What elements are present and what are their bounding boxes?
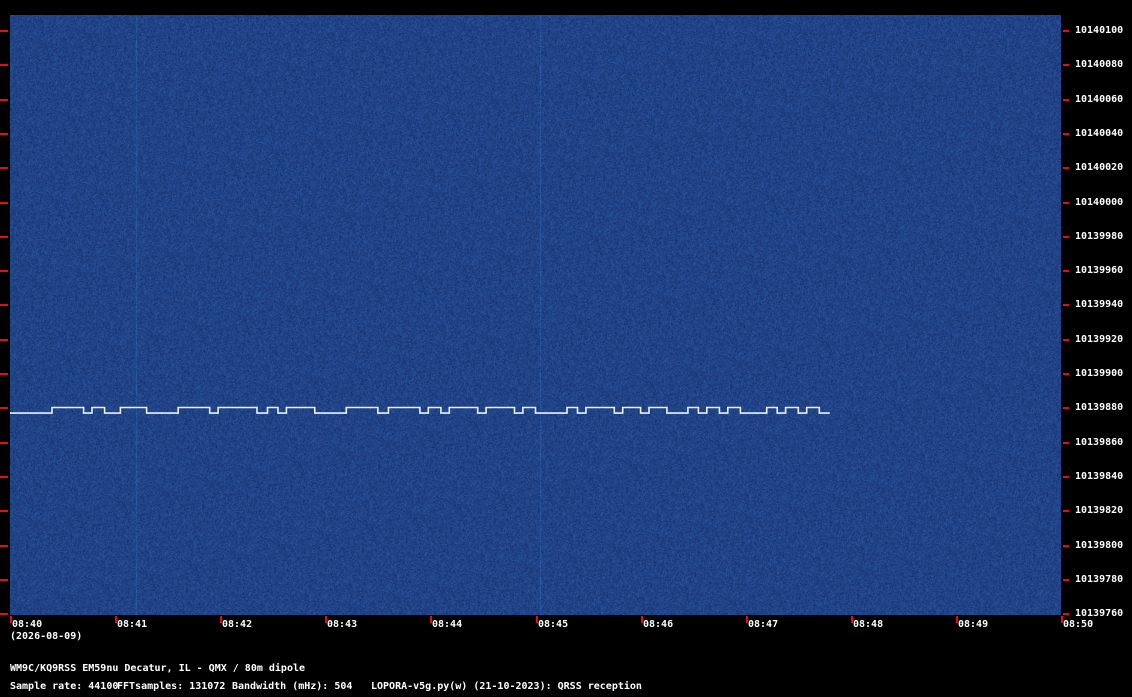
frequency-label: 10140000 bbox=[1075, 197, 1124, 208]
frequency-tick bbox=[1063, 339, 1069, 341]
frequency-tick-left bbox=[0, 407, 8, 409]
time-label: 08:43 bbox=[327, 619, 358, 630]
frequency-tick-left bbox=[0, 304, 8, 306]
time-label: 08:45 bbox=[538, 619, 569, 630]
frequency-tick bbox=[1063, 373, 1069, 375]
frequency-label: 10140040 bbox=[1075, 128, 1124, 139]
station-info: WM9C/KQ9RSS EM59nu Decatur, IL - QMX / 8… bbox=[10, 663, 306, 674]
frequency-tick bbox=[1063, 133, 1069, 135]
frequency-label: 10139860 bbox=[1075, 437, 1124, 448]
frequency-tick-left bbox=[0, 442, 8, 444]
date-label: (2026-08-09) bbox=[10, 631, 83, 642]
frequency-label: 10139920 bbox=[1075, 334, 1124, 345]
time-label: 08:50 bbox=[1063, 619, 1094, 630]
frequency-label: 10139880 bbox=[1075, 402, 1124, 413]
time-label: 08:41 bbox=[117, 619, 148, 630]
sample-rate: Sample rate: 44100 bbox=[10, 681, 119, 692]
frequency-label: 10139900 bbox=[1075, 368, 1124, 379]
software-info: LOPORA-v5g.py(w) (21-10-2023): QRSS rece… bbox=[371, 681, 642, 692]
frequency-tick bbox=[1063, 407, 1069, 409]
frequency-tick-left bbox=[0, 167, 8, 169]
frequency-tick bbox=[1063, 442, 1069, 444]
frequency-label: 10140080 bbox=[1075, 59, 1124, 70]
frequency-tick-left bbox=[0, 373, 8, 375]
frequency-label: 10139780 bbox=[1075, 574, 1124, 585]
frequency-label: 10139800 bbox=[1075, 540, 1124, 551]
signal-trace bbox=[10, 406, 830, 414]
time-label: 08:40 bbox=[12, 619, 43, 630]
frequency-tick bbox=[1063, 613, 1069, 615]
frequency-tick bbox=[1063, 304, 1069, 306]
frequency-tick-left bbox=[0, 339, 8, 341]
frequency-label: 10140100 bbox=[1075, 25, 1124, 36]
frequency-tick-left bbox=[0, 579, 8, 581]
frequency-tick-left bbox=[0, 476, 8, 478]
frequency-tick-left bbox=[0, 270, 8, 272]
frequency-tick bbox=[1063, 270, 1069, 272]
frequency-tick bbox=[1063, 510, 1069, 512]
fft-samples: FFTsamples: 131072 bbox=[117, 681, 226, 692]
frequency-label: 10139960 bbox=[1075, 265, 1124, 276]
frequency-tick bbox=[1063, 579, 1069, 581]
frequency-tick-left bbox=[0, 30, 8, 32]
frequency-tick bbox=[1063, 545, 1069, 547]
frequency-tick-left bbox=[0, 510, 8, 512]
frequency-label: 10139940 bbox=[1075, 299, 1124, 310]
frequency-tick-left bbox=[0, 202, 8, 204]
time-label: 08:48 bbox=[853, 619, 884, 630]
bandwidth: Bandwidth (mHz): 504 bbox=[232, 681, 353, 692]
time-label: 08:46 bbox=[643, 619, 674, 630]
qrss-signal-line bbox=[10, 406, 830, 414]
frequency-tick bbox=[1063, 99, 1069, 101]
frequency-label: 10140060 bbox=[1075, 94, 1124, 105]
frequency-tick bbox=[1063, 167, 1069, 169]
frequency-tick bbox=[1063, 202, 1069, 204]
frequency-tick bbox=[1063, 236, 1069, 238]
frequency-tick bbox=[1063, 30, 1069, 32]
frequency-tick bbox=[1063, 64, 1069, 66]
frequency-tick-left bbox=[0, 613, 8, 615]
frequency-label: 10139820 bbox=[1075, 505, 1124, 516]
frequency-label: 10139980 bbox=[1075, 231, 1124, 242]
frequency-tick bbox=[1063, 476, 1069, 478]
time-label: 08:42 bbox=[222, 619, 253, 630]
frequency-tick-left bbox=[0, 64, 8, 66]
frequency-tick-left bbox=[0, 133, 8, 135]
frequency-tick-left bbox=[0, 545, 8, 547]
time-label: 08:49 bbox=[958, 619, 989, 630]
time-label: 08:44 bbox=[432, 619, 463, 630]
time-label: 08:47 bbox=[748, 619, 779, 630]
frequency-label: 10140020 bbox=[1075, 162, 1124, 173]
frequency-label: 10139840 bbox=[1075, 471, 1124, 482]
frequency-tick-left bbox=[0, 236, 8, 238]
spectrogram-plot bbox=[10, 15, 1061, 615]
frequency-tick-left bbox=[0, 99, 8, 101]
